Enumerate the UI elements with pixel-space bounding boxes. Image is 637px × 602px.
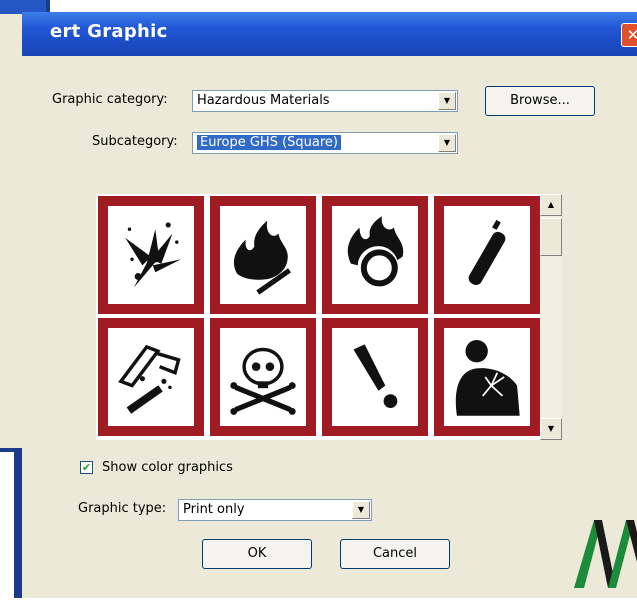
graphic-type-value: Print only [183,502,245,517]
graphic-category-value: Hazardous Materials [197,93,330,108]
scroll-up-button[interactable]: ▲ [540,194,562,216]
graphic-tile-flame-over-circle[interactable] [322,196,428,314]
subcategory-label: Subcategory: [92,134,178,149]
dialog-titlebar[interactable]: ert Graphic ✕ [22,12,637,56]
subcategory-select[interactable]: Europe GHS (Square) ▼ [192,132,458,154]
gas-cylinder-icon [468,219,506,285]
chevron-down-icon[interactable]: ▼ [352,501,370,519]
close-icon: ✕ [626,26,637,44]
checkmark-icon: ✔ [81,461,92,474]
skull-crossbones-icon [230,347,296,415]
chevron-down-icon[interactable]: ▼ [438,134,456,152]
graphic-tile-gas-cylinder[interactable] [434,196,540,314]
show-color-graphics-checkbox[interactable]: ✔ [80,461,93,474]
cancel-button[interactable]: Cancel [340,539,450,569]
corrosion-icon [118,344,181,414]
graphic-category-label: Graphic category: [52,92,168,107]
ok-button[interactable]: OK [202,539,312,569]
graphic-tile-flame[interactable] [210,196,316,314]
gallery-scrollbar[interactable]: ▲ ▼ [540,194,562,440]
scroll-down-icon: ▼ [547,424,555,433]
chevron-down-icon[interactable]: ▼ [438,92,456,110]
graphic-tile-exclamation[interactable] [322,318,428,436]
flame-icon [233,220,292,295]
watermark-logo [570,492,637,598]
insert-graphic-dialog: ert Graphic ✕ Graphic category: Hazardou… [22,12,637,598]
show-color-graphics-label[interactable]: Show color graphics [102,460,233,475]
exclamation-icon [353,344,398,408]
graphic-gallery [96,194,542,440]
scroll-up-icon: ▲ [547,200,555,209]
background-window-edge [14,448,22,598]
dialog-title: ert Graphic [50,21,168,42]
graphic-category-select[interactable]: Hazardous Materials ▼ [192,90,458,112]
scrollbar-thumb[interactable] [540,218,562,256]
logo-icon [574,520,637,588]
close-button[interactable]: ✕ [621,23,637,47]
health-hazard-icon [455,340,520,416]
graphic-type-label: Graphic type: [78,501,167,516]
graphic-type-select[interactable]: Print only ▼ [178,499,372,521]
scroll-down-button[interactable]: ▼ [540,418,562,440]
graphic-tile-skull[interactable] [210,318,316,436]
browse-button[interactable]: Browse... [485,86,595,116]
exploding-bomb-icon [125,222,182,288]
flame-over-circle-icon [347,216,404,287]
graphic-tile-corrosion[interactable] [98,318,204,436]
subcategory-value: Europe GHS (Square) [197,135,341,150]
graphic-tile-exploding-bomb[interactable] [98,196,204,314]
graphic-tile-health-hazard[interactable] [434,318,540,436]
